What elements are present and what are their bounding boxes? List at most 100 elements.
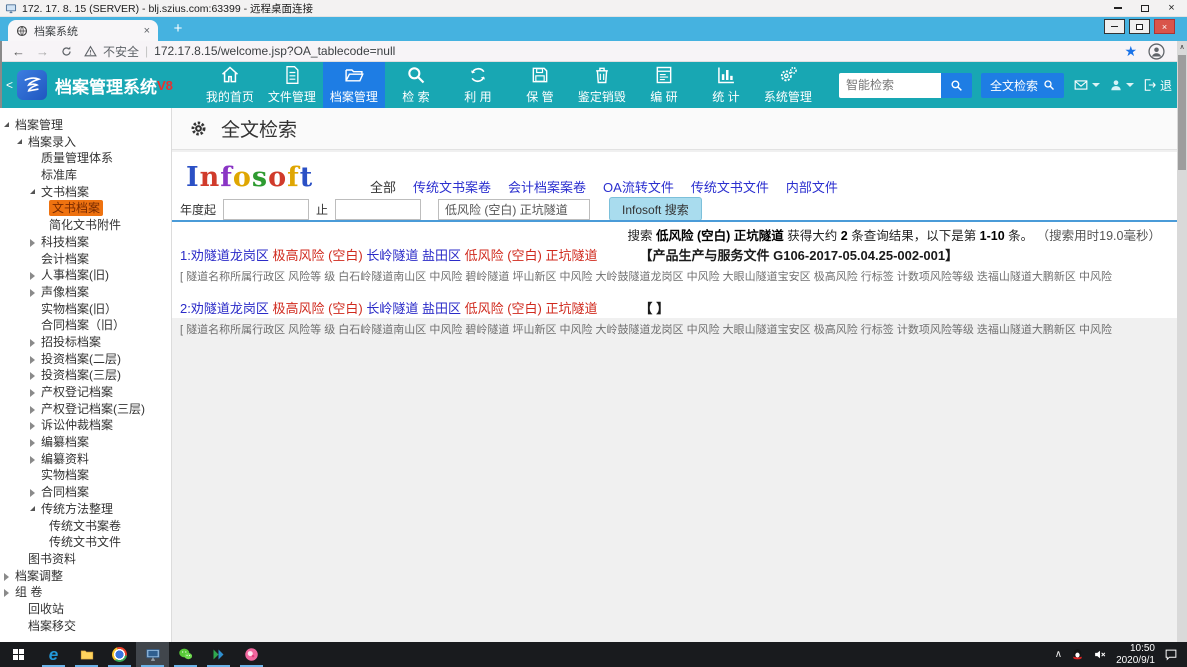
taskbar-chrome-icon[interactable] xyxy=(103,642,136,667)
reload-icon[interactable] xyxy=(60,45,73,58)
tree-collapsed-icon[interactable] xyxy=(4,573,9,581)
tree-expanded-icon[interactable] xyxy=(17,139,22,144)
tree-collapsed-icon[interactable] xyxy=(30,239,35,247)
sidebar-item-archive-transfer[interactable]: 档案移交 xyxy=(0,618,171,635)
browser-minimize-button[interactable] xyxy=(1104,19,1125,34)
tab-oa-files[interactable]: OA流转文件 xyxy=(603,177,674,196)
smart-search-input[interactable] xyxy=(839,73,941,98)
year-from-input[interactable] xyxy=(223,199,309,220)
rdp-maximize-button[interactable] xyxy=(1131,0,1158,16)
back-icon[interactable]: ← xyxy=(12,44,25,59)
sidebar-item-hr-archive-old[interactable]: 人事档案(旧) xyxy=(0,267,171,284)
url-bar[interactable]: 不安全 | 172.17.8.15/welcome.jsp?OA_tableco… xyxy=(84,43,1113,60)
logout-button[interactable]: 退 xyxy=(1143,77,1175,94)
tray-expand-icon[interactable]: ∧ xyxy=(1055,649,1062,660)
user-menu[interactable] xyxy=(1109,78,1134,92)
sidebar-item-compilation-archive[interactable]: 编纂档案 xyxy=(0,434,171,451)
sidebar-item-book-material[interactable]: 图书资料 xyxy=(0,551,171,568)
sidebar-item-bidding-archive[interactable]: 招投标档案 xyxy=(0,334,171,351)
result-title-link[interactable]: 1:劝隧道龙岗区 极高风险 (空白) 长岭隧道 盐田区 低风险 (空白) 正坑隧… xyxy=(180,245,1173,264)
sidebar-item-av-archive[interactable]: 声像档案 xyxy=(0,284,171,301)
taskbar-explorer-icon[interactable] xyxy=(70,642,103,667)
scrollbar-thumb[interactable] xyxy=(1178,55,1186,170)
browser-restore-button[interactable] xyxy=(1129,19,1150,34)
forward-icon[interactable]: → xyxy=(36,44,49,59)
profile-avatar[interactable] xyxy=(1148,43,1165,60)
sidebar-item-tech-archive[interactable]: 科技档案 xyxy=(0,234,171,251)
nav-item-appraisal-destroy[interactable]: 鉴定销毁 xyxy=(571,62,633,108)
messages-menu[interactable] xyxy=(1073,78,1100,92)
tab-accounting-volumes[interactable]: 会计档案案卷 xyxy=(508,177,586,196)
tree-collapsed-icon[interactable] xyxy=(30,489,35,497)
tree-collapsed-icon[interactable] xyxy=(30,272,35,280)
fulltext-search-button[interactable]: 全文检索 xyxy=(981,73,1064,98)
taskbar-rdp-icon[interactable] xyxy=(136,642,169,667)
tab-all[interactable]: 全部 xyxy=(370,177,396,196)
nav-item-archive-management[interactable]: 档案管理 xyxy=(323,62,385,108)
rdp-minimize-button[interactable] xyxy=(1104,0,1131,16)
sidebar-item-physical-archive-old[interactable]: 实物档案(旧） xyxy=(0,301,171,318)
sidebar-collapse-icon[interactable]: < xyxy=(0,78,17,92)
tab-close-icon[interactable]: × xyxy=(144,25,150,37)
sidebar-item-quality-system[interactable]: 质量管理体系 xyxy=(0,150,171,167)
taskbar-media-app-icon[interactable] xyxy=(235,642,268,667)
tree-collapsed-icon[interactable] xyxy=(30,389,35,397)
tree-expanded-icon[interactable] xyxy=(30,506,35,511)
sidebar-item-document-archive[interactable]: 文书档案 xyxy=(0,184,171,201)
tree-expanded-icon[interactable] xyxy=(4,122,9,127)
scroll-up-icon[interactable]: ∧ xyxy=(1177,41,1187,54)
nav-item-search[interactable]: 检 索 xyxy=(385,62,447,108)
sidebar-item-traditional-method[interactable]: 传统方法整理 xyxy=(0,501,171,518)
taskbar-wechat-icon[interactable] xyxy=(169,642,202,667)
start-button[interactable] xyxy=(0,642,37,667)
nav-item-system-management[interactable]: 系统管理 xyxy=(757,62,819,108)
smart-search-button[interactable] xyxy=(941,73,972,98)
vertical-scrollbar[interactable]: ∧ xyxy=(1177,41,1187,642)
sidebar-item-investment-archive-3[interactable]: 投资档案(三层) xyxy=(0,367,171,384)
sidebar-item-contract-archive[interactable]: 合同档案 xyxy=(0,484,171,501)
nav-item-compile-research[interactable]: 编 研 xyxy=(633,62,695,108)
taskbar-clock[interactable]: 10:50 2020/9/1 xyxy=(1116,643,1155,666)
sidebar-item-litigation-archive[interactable]: 诉讼仲裁档案 xyxy=(0,417,171,434)
tab-internal-files[interactable]: 内部文件 xyxy=(786,177,838,196)
tree-collapsed-icon[interactable] xyxy=(30,456,35,464)
tree-collapsed-icon[interactable] xyxy=(30,289,35,297)
nav-item-statistics[interactable]: 统 计 xyxy=(695,62,757,108)
sidebar-item-traditional-document-file[interactable]: 传统文书文件 xyxy=(0,534,171,551)
result-title-link[interactable]: 2:劝隧道龙岗区 极高风险 (空白) 长岭隧道 盐田区 低风险 (空白) 正坑隧… xyxy=(180,298,1173,317)
nav-item-custody[interactable]: 保 管 xyxy=(509,62,571,108)
sidebar-item-simplified-attachment[interactable]: 简化文书附件 xyxy=(0,217,171,234)
sidebar-item-contract-archive-old[interactable]: 合同档案（旧） xyxy=(0,317,171,334)
tree-collapsed-icon[interactable] xyxy=(4,589,9,597)
sidebar-item-document-archive-selected[interactable]: 文书档案 xyxy=(0,200,171,217)
nav-item-home[interactable]: 我的首页 xyxy=(199,62,261,108)
sidebar-item-compilation-material[interactable]: 编纂资料 xyxy=(0,451,171,468)
sidebar-item-property-registration-3[interactable]: 产权登记档案(三层) xyxy=(0,401,171,418)
tree-collapsed-icon[interactable] xyxy=(30,422,35,430)
action-center-icon[interactable] xyxy=(1164,648,1178,661)
speaker-muted-icon[interactable] xyxy=(1093,648,1107,661)
browser-close-button[interactable]: × xyxy=(1154,19,1175,34)
sidebar-item-investment-archive-2[interactable]: 投资档案(二层) xyxy=(0,351,171,368)
tree-collapsed-icon[interactable] xyxy=(30,406,35,414)
taskbar-edge-icon[interactable]: e xyxy=(37,642,70,667)
tree-collapsed-icon[interactable] xyxy=(30,356,35,364)
sidebar-item-standard-library[interactable]: 标准库 xyxy=(0,167,171,184)
tree-expanded-icon[interactable] xyxy=(30,189,35,194)
tree-collapsed-icon[interactable] xyxy=(30,372,35,380)
qq-icon[interactable] xyxy=(1071,648,1084,661)
sidebar-item-volume-assembly[interactable]: 组 卷 xyxy=(0,584,171,601)
query-input[interactable] xyxy=(438,199,590,220)
sidebar-item-archive-adjust[interactable]: 档案调整 xyxy=(0,568,171,585)
sidebar-item-archive-management[interactable]: 档案管理 xyxy=(0,117,171,134)
sidebar-item-property-registration[interactable]: 产权登记档案 xyxy=(0,384,171,401)
sidebar-item-traditional-document-volume[interactable]: 传统文书案卷 xyxy=(0,518,171,535)
tree-collapsed-icon[interactable] xyxy=(30,339,35,347)
sidebar-item-archive-entry[interactable]: 档案录入 xyxy=(0,134,171,151)
sidebar-item-accounting-archive[interactable]: 会计档案 xyxy=(0,251,171,268)
rdp-close-button[interactable]: × xyxy=(1158,0,1185,16)
taskbar-arrows-app-icon[interactable] xyxy=(202,642,235,667)
browser-tab[interactable]: 档案系统 × xyxy=(8,20,158,41)
tree-collapsed-icon[interactable] xyxy=(30,439,35,447)
year-to-input[interactable] xyxy=(335,199,421,220)
